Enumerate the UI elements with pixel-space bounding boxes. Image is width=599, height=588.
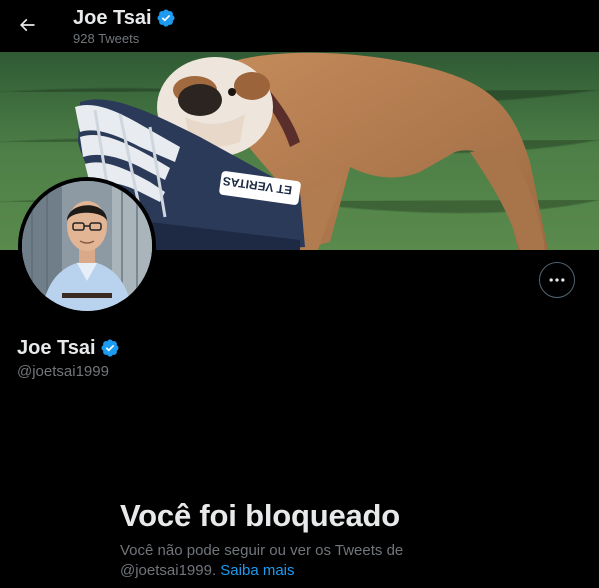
header-name: Joe Tsai (73, 7, 152, 29)
header-title-row: Joe Tsai (73, 6, 176, 30)
blocked-message: Você não pode seguir ou ver os Tweets de… (120, 541, 440, 581)
more-options-button[interactable] (539, 262, 575, 298)
avatar-container[interactable] (18, 177, 156, 315)
more-horizontal-icon (549, 278, 565, 282)
profile-name-row: Joe Tsai (17, 336, 120, 360)
top-bar: Joe Tsai 928 Tweets (0, 0, 599, 52)
avatar-image (22, 181, 152, 311)
verified-badge-icon[interactable] (100, 338, 120, 358)
profile-handle: @joetsai1999 (17, 363, 109, 380)
profile-name: Joe Tsai (17, 337, 96, 359)
verified-badge-icon (157, 9, 175, 27)
avatar (22, 181, 152, 311)
tweet-count: 928 Tweets (73, 31, 140, 46)
back-button[interactable] (9, 7, 45, 43)
arrow-left-icon (19, 18, 35, 32)
blocked-title: Você foi bloqueado (120, 498, 401, 533)
learn-more-link[interactable]: Saiba mais (220, 562, 294, 579)
